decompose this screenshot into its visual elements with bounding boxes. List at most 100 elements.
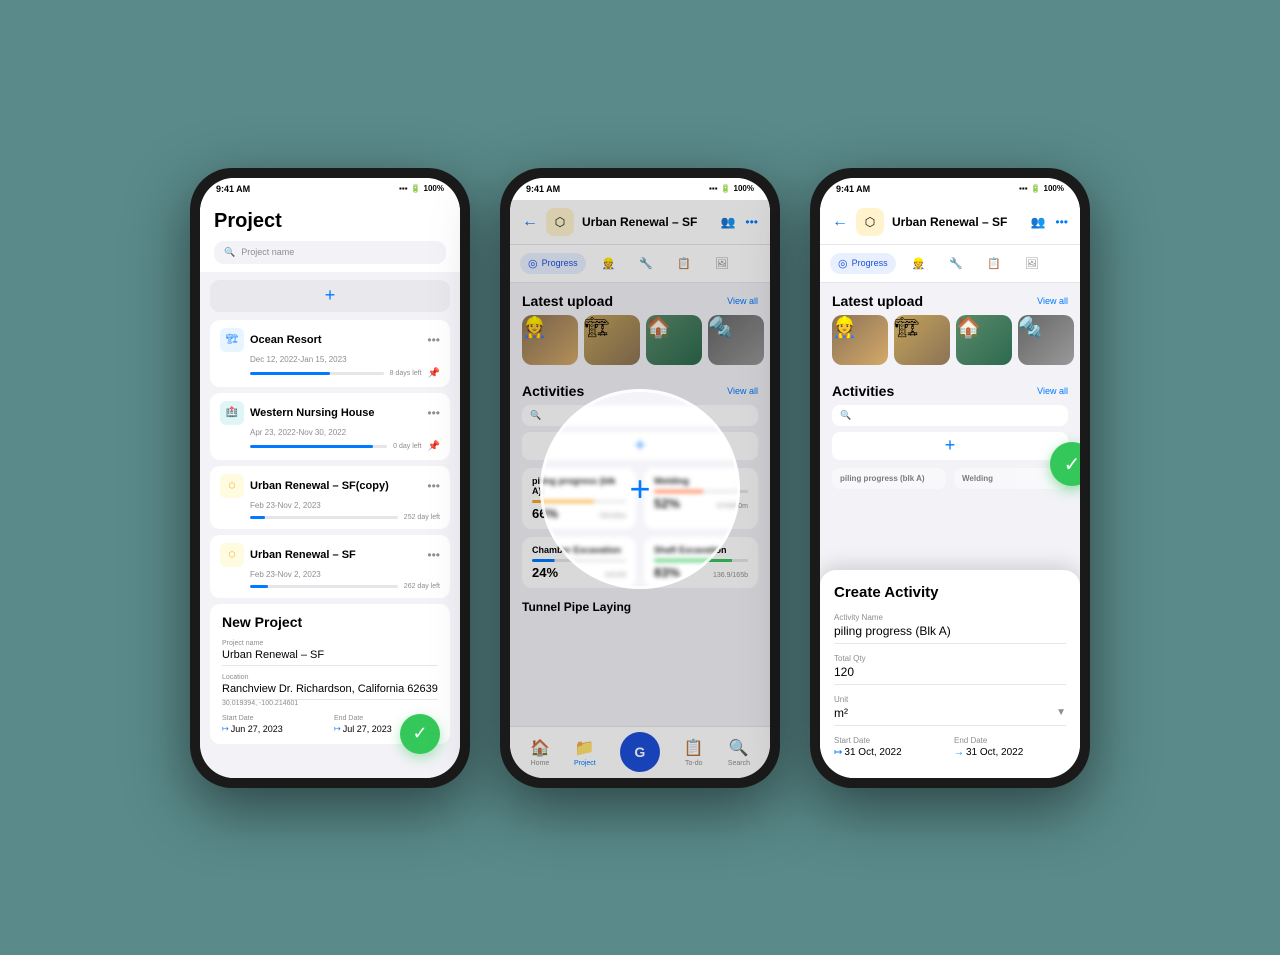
battery-icon-3: 🔋	[1031, 184, 1041, 193]
location-value[interactable]: Ranchview Dr. Richardson, California 626…	[222, 683, 438, 700]
battery-pct-2: 100%	[734, 184, 754, 193]
create-activity-title: Create Activity	[834, 584, 1066, 601]
activity-search[interactable]: 🔍	[522, 405, 758, 426]
tab-progress-label-3: Progress	[852, 258, 888, 268]
coords: 30.019394, -100.214601	[222, 700, 438, 707]
activity-card-shaft[interactable]: Shaft Excavation 83% 136.9/165b	[644, 537, 758, 588]
activity-card-welding[interactable]: Welding 52% 670/600m	[644, 468, 758, 529]
activity-search-3[interactable]: 🔍	[832, 405, 1068, 426]
unit-value: m²	[834, 706, 848, 720]
total-qty-value[interactable]: 120	[834, 665, 1066, 685]
activity-progress-bar	[532, 559, 626, 562]
photo-3-2[interactable]: 🏗	[894, 315, 950, 365]
ca-start-date-label: Start Date	[834, 736, 946, 745]
activity-qty: 78/100m	[599, 513, 626, 520]
start-date-arrow: ↦	[222, 724, 229, 733]
photo-3-3[interactable]: 🏠	[956, 315, 1012, 365]
nav-project[interactable]: 📁 Project	[574, 738, 596, 767]
photo-3[interactable]: 🏠	[646, 315, 702, 365]
tab-bar-3: ◎ Progress 👷 🔧 📋 🖼	[820, 245, 1080, 283]
tab-reports-3[interactable]: 📋	[979, 253, 1009, 274]
back-button[interactable]: ←	[522, 213, 538, 231]
nav-todo[interactable]: 📋 To-do	[684, 738, 704, 767]
confirm-button[interactable]: ✓	[400, 714, 440, 754]
nav-search-label: Search	[728, 760, 750, 767]
back-button-3[interactable]: ←	[832, 213, 848, 231]
more-icon[interactable]: •••	[427, 548, 440, 562]
add-activity-btn-3[interactable]: +	[832, 432, 1068, 460]
activity-card-title: Shaft Excavation	[654, 545, 748, 555]
gallery-tab-icon: 🖼	[715, 257, 729, 270]
end-date-arrow: ↦	[334, 724, 341, 733]
list-item[interactable]: 🏗 Ocean Resort ••• Dec 12, 2022-Jan 15, …	[210, 320, 450, 387]
activity-percent: 52%	[654, 496, 680, 511]
time-1: 9:41 AM	[216, 184, 250, 194]
more-icon[interactable]: •••	[427, 333, 440, 347]
tab-progress[interactable]: ◎ Progress	[520, 253, 586, 274]
photo-4[interactable]: 🔩	[708, 315, 764, 365]
latest-upload-view-all-3[interactable]: View all	[1037, 296, 1068, 306]
battery-icon-2: 🔋	[721, 184, 731, 193]
nav-home[interactable]: 🏠 Home	[530, 738, 550, 767]
location-field: Location Ranchview Dr. Richardson, Calif…	[222, 674, 438, 707]
pin-icon: 📌	[428, 368, 440, 379]
ca-start-date-field[interactable]: Start Date ↦ 31 Oct, 2022	[834, 736, 946, 758]
nav-project-label: Project	[574, 760, 596, 767]
equipment-tab-icon: 🔧	[639, 257, 653, 270]
nav-header-2: ← ⬡ Urban Renewal – SF 👥 •••	[510, 200, 770, 245]
photo-2[interactable]: 🏗	[584, 315, 640, 365]
nav-center-button[interactable]: G	[620, 732, 660, 772]
list-item[interactable]: ⬡ Urban Renewal – SF(copy) ••• Feb 23-No…	[210, 466, 450, 529]
project-name-value[interactable]: Urban Renewal – SF	[222, 649, 438, 666]
photo-1[interactable]: 👷	[522, 315, 578, 365]
activities-view-all-3[interactable]: View all	[1037, 386, 1068, 396]
more-icon[interactable]: •••	[427, 479, 440, 493]
project-name: Western Nursing House	[250, 407, 421, 419]
tab-gallery-3[interactable]: 🖼	[1017, 253, 1047, 274]
project-name: Ocean Resort	[250, 334, 421, 346]
days-left: 252 day left	[404, 514, 440, 521]
activity-card-piling[interactable]: piling progress (blk A) 66% 78/100m	[522, 468, 636, 529]
activity-name-value[interactable]: piling progress (Blk A)	[834, 624, 1066, 644]
latest-upload-header-3: Latest upload View all	[820, 283, 1080, 315]
tab-gallery[interactable]: 🖼	[707, 253, 737, 274]
activity-card-chamber[interactable]: Chamber Excavation 24% 24/100	[522, 537, 636, 588]
add-user-icon-3[interactable]: 👥	[1030, 215, 1045, 229]
add-activity-btn[interactable]: +	[522, 432, 758, 460]
phone-1: 9:41 AM ▪▪▪ 🔋 100% Project 🔍 Project nam…	[190, 168, 470, 788]
start-date-field[interactable]: Start Date ↦ Jun 27, 2023	[222, 715, 326, 734]
start-date-text: Jun 27, 2023	[231, 724, 283, 734]
more-options-icon[interactable]: •••	[745, 215, 758, 229]
add-user-icon[interactable]: 👥	[720, 215, 735, 229]
photo-3-4[interactable]: 🔩	[1018, 315, 1074, 365]
nav-center-label: G	[634, 744, 645, 760]
progress-tab-icon: ◎	[528, 257, 538, 270]
days-left: 8 days left	[390, 370, 422, 377]
tab-equipment[interactable]: 🔧	[631, 253, 661, 274]
tab-workers-3[interactable]: 👷	[904, 253, 934, 274]
more-icon[interactable]: •••	[427, 406, 440, 420]
tab-progress-3[interactable]: ◎ Progress	[830, 253, 896, 274]
photo-3-1[interactable]: 👷	[832, 315, 888, 365]
time-2: 9:41 AM	[526, 184, 560, 194]
photo-row-3: 👷 🏗 🏠 🔩	[820, 315, 1080, 373]
tab-progress-label: Progress	[542, 258, 578, 268]
tab-workers[interactable]: 👷	[594, 253, 624, 274]
tab-equipment-3[interactable]: 🔧	[941, 253, 971, 274]
activities-section-3: Activities View all 🔍 + piling progress …	[820, 373, 1080, 495]
unit-select[interactable]: m² ▼	[834, 706, 1066, 726]
ca-end-date-field[interactable]: End Date → 31 Oct, 2022	[954, 736, 1066, 758]
list-item[interactable]: 🏥 Western Nursing House ••• Apr 23, 2022…	[210, 393, 450, 460]
activities-view-all[interactable]: View all	[727, 386, 758, 396]
tab-reports[interactable]: 📋	[669, 253, 699, 274]
latest-upload-title: Latest upload	[522, 293, 613, 309]
search-bar-1[interactable]: 🔍 Project name	[214, 241, 446, 264]
more-options-icon-3[interactable]: •••	[1055, 215, 1068, 229]
latest-upload-view-all[interactable]: View all	[727, 296, 758, 306]
list-item[interactable]: ⬡ Urban Renewal – SF ••• Feb 23-Nov 2, 2…	[210, 535, 450, 598]
nav-search[interactable]: 🔍 Search	[728, 738, 750, 767]
add-project-btn[interactable]: +	[210, 280, 450, 312]
start-date-label: Start Date	[222, 715, 326, 722]
progress-bar	[250, 585, 398, 588]
ca-start-date-value: ↦ 31 Oct, 2022	[834, 747, 946, 758]
